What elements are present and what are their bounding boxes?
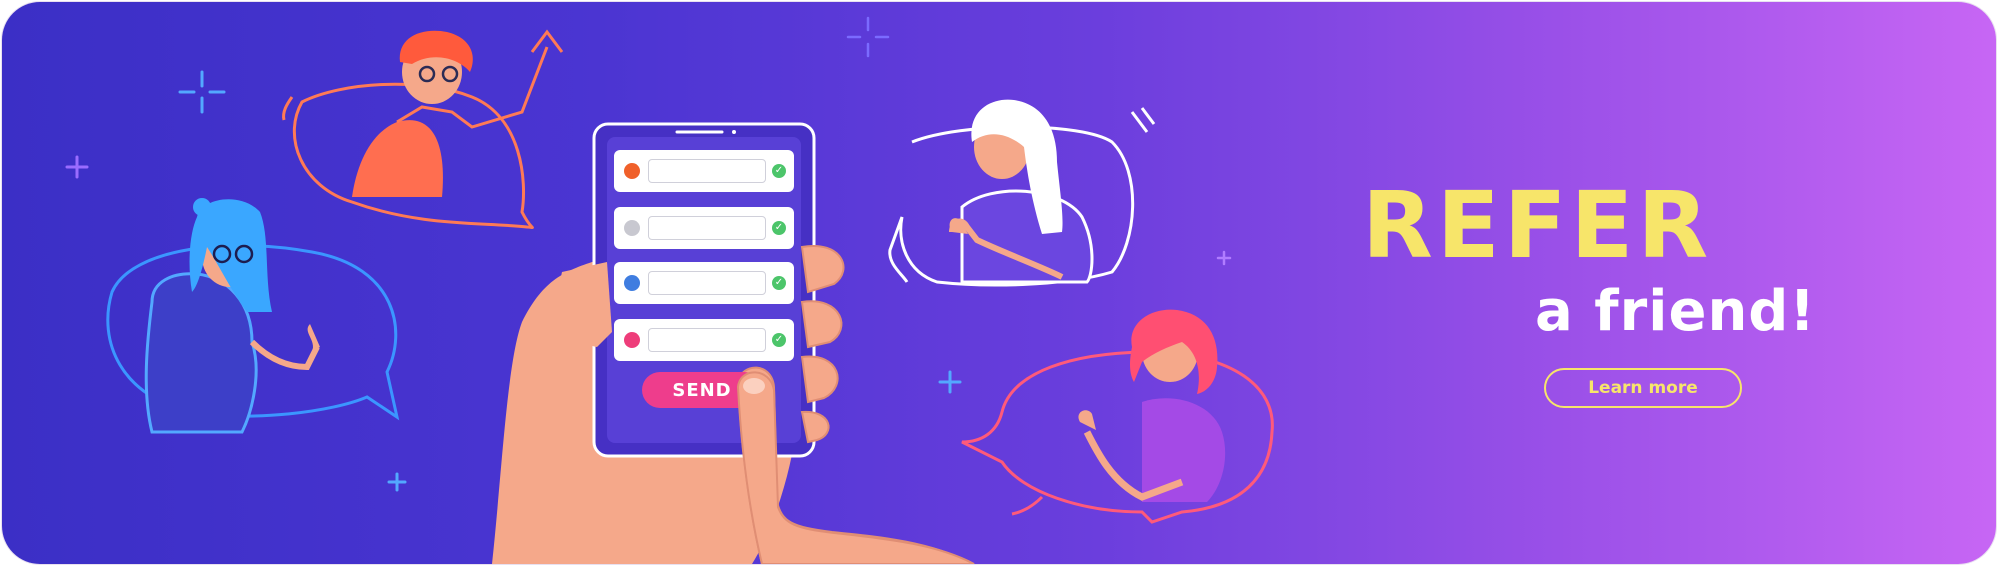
- avatar: [624, 220, 640, 236]
- message-bubble: [648, 271, 766, 295]
- message-row[interactable]: ✓: [614, 150, 794, 192]
- avatar: [624, 163, 640, 179]
- send-button[interactable]: SEND: [642, 372, 762, 408]
- message-bubble: [648, 159, 766, 183]
- check-icon: ✓: [772, 221, 786, 235]
- message-row[interactable]: ✓: [614, 262, 794, 304]
- message-row[interactable]: ✓: [614, 207, 794, 249]
- check-icon: ✓: [772, 164, 786, 178]
- message-row[interactable]: ✓: [614, 319, 794, 361]
- refer-a-friend-banner: ✓ ✓ ✓ ✓ SEND REFER a friend! Learn more: [2, 2, 1996, 564]
- subheadline: a friend!: [1535, 279, 1816, 344]
- learn-more-button[interactable]: Learn more: [1544, 368, 1742, 408]
- avatar: [624, 275, 640, 291]
- message-bubble: [648, 328, 766, 352]
- check-icon: ✓: [772, 276, 786, 290]
- message-bubble: [648, 216, 766, 240]
- avatar: [624, 332, 640, 348]
- check-icon: ✓: [772, 333, 786, 347]
- headline: REFER: [1362, 172, 1713, 279]
